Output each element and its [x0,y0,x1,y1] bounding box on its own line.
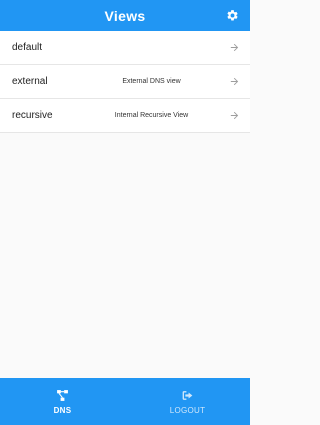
nav-logout-button[interactable]: LOGOUT [125,378,250,425]
bottom-navigation: DNS LOGOUT [0,378,250,425]
nav-logout-label: LOGOUT [169,405,206,415]
arrow-right-icon [230,43,239,52]
nav-dns-label: DNS [53,405,72,415]
view-description: Internal Recursive View [114,112,189,119]
nav-dns-button[interactable]: DNS [0,378,125,425]
page-title: Views [104,7,146,24]
network-icon [57,389,68,401]
view-name: default [12,42,43,53]
arrow-right-icon [230,111,239,120]
arrow-right-icon [230,77,239,86]
list-item-external[interactable]: external External DNS view [0,65,250,99]
logout-icon [182,390,193,400]
app-screen: Views default external External DNS view… [0,0,250,425]
app-header: Views [0,0,250,31]
settings-button[interactable] [224,7,241,24]
list-item-recursive[interactable]: recursive Internal Recursive View [0,99,250,133]
list-item-default[interactable]: default [0,31,250,65]
views-list: default external External DNS view recur… [0,31,250,133]
view-description: External DNS view [122,78,181,85]
view-name: external [12,76,48,87]
gear-icon [227,10,238,21]
view-name: recursive [12,110,53,121]
